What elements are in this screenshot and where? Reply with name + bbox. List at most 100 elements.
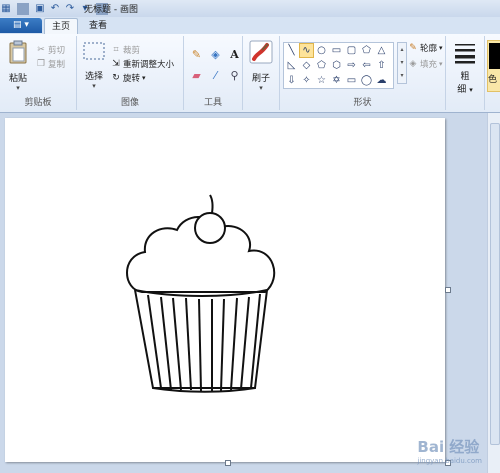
brushes-group: 刷子 ▾ — [243, 36, 280, 110]
resize-label: 重新调整大小 — [123, 60, 175, 70]
five-point-star-shape-icon[interactable]: ☆ — [315, 74, 328, 87]
qat-separator — [17, 2, 29, 15]
right-arrow-shape-icon[interactable]: ⇨ — [345, 59, 358, 72]
outline-dropdown-icon[interactable]: ▾ — [439, 44, 443, 52]
shapes-group: ╲ ∿ ○ ▭ ▢ ⬠ △ ◺ ◇ ⬠ ⬡ ⇨ ⇦ ⇧ ⇩ ✧ ☆ ✡ ▭ ◯ … — [280, 36, 446, 110]
rounded-rectangle-shape-icon[interactable]: ▢ — [345, 44, 358, 57]
color1-swatch — [489, 43, 500, 69]
resize-button[interactable]: ⇲ 重新调整大小 — [111, 58, 174, 70]
rectangle-shape-icon[interactable]: ▭ — [330, 44, 343, 57]
redo-icon[interactable]: ↷ — [64, 3, 76, 15]
image-group: 选择 ▾ ⌗ 裁剪 ⇲ 重新调整大小 ↻ 旋转 ▾ 图像 — [77, 36, 184, 110]
pencil-icon[interactable]: ✎ — [188, 46, 205, 63]
size-label-2: 细 ▾ — [457, 85, 473, 95]
size-label: 粗 — [460, 72, 470, 82]
size-button[interactable]: 粗 细 ▾ — [450, 42, 480, 95]
color1-button[interactable]: 色 — [487, 40, 500, 92]
shapes-gallery: ╲ ∿ ○ ▭ ▢ ⬠ △ ◺ ◇ ⬠ ⬡ ⇨ ⇦ ⇧ ⇩ ✧ ☆ ✡ ▭ ◯ … — [283, 42, 394, 89]
right-triangle-shape-icon[interactable]: ◺ — [285, 59, 298, 72]
shapes-gallery-scroll[interactable]: ▴ ▾ ▾ — [397, 42, 407, 84]
four-point-star-shape-icon[interactable]: ✧ — [300, 74, 313, 87]
eraser-icon[interactable]: ▰ — [188, 67, 205, 84]
left-arrow-shape-icon[interactable]: ⇦ — [360, 59, 373, 72]
curve-shape-icon[interactable]: ∿ — [299, 43, 314, 58]
save-icon[interactable]: ▣ — [34, 3, 46, 15]
hexagon-shape-icon[interactable]: ⬡ — [330, 59, 343, 72]
image-group-label: 图像 — [120, 98, 139, 108]
rotate-button[interactable]: ↻ 旋转 ▾ — [111, 72, 146, 84]
vertical-scrollbar-thumb[interactable] — [490, 123, 500, 445]
pentagon-shape-icon[interactable]: ⬠ — [315, 59, 328, 72]
tools-group-label: 工具 — [203, 98, 222, 108]
tools-group: ✎ ◈ A ▰ ⁄ ⚲ 工具 — [184, 36, 243, 110]
rect-callout-shape-icon[interactable]: ▭ — [345, 74, 358, 87]
down-arrow-shape-icon[interactable]: ⇩ — [285, 74, 298, 87]
fill-dropdown-icon[interactable]: ▾ — [439, 60, 443, 68]
diamond-shape-icon[interactable]: ◇ — [300, 59, 313, 72]
magnifier-icon[interactable]: ⚲ — [226, 67, 243, 84]
cloud-callout-shape-icon[interactable]: ☁ — [375, 74, 388, 87]
paste-dropdown-icon[interactable]: ▾ — [4, 84, 32, 92]
paste-label: 粘贴 — [8, 74, 27, 84]
cut-button[interactable]: ✂ 剪切 — [36, 44, 65, 56]
canvas-workspace: Bai 经验 jingyan.baidu.com — [0, 113, 500, 473]
shapes-group-label: 形状 — [353, 98, 372, 108]
copy-button[interactable]: ❐ 复制 — [36, 58, 65, 70]
paste-button[interactable]: 粘贴 ▾ — [4, 40, 32, 92]
watermark: Bai 经验 jingyan.baidu.com — [417, 438, 482, 465]
six-point-star-shape-icon[interactable]: ✡ — [330, 74, 343, 87]
resize-handle-right[interactable] — [445, 287, 451, 293]
size-dropdown-icon[interactable]: ▾ — [469, 86, 473, 94]
copy-label: 复制 — [48, 60, 66, 70]
fill-icon: ◈ — [409, 59, 417, 69]
text-tool-icon[interactable]: A — [226, 46, 243, 63]
ribbon: 粘贴 ▾ ✂ 剪切 ❐ 复制 剪贴板 选择 ▾ ⌗ 裁剪 ⇲ 重新调整大小 ↻ … — [0, 34, 500, 113]
tab-home[interactable]: 主页 — [44, 18, 78, 35]
undo-icon[interactable]: ↶ — [49, 3, 61, 15]
brushes-button[interactable]: 刷子 ▾ — [246, 40, 276, 92]
paint-app-icon[interactable]: ▦ — [0, 3, 12, 15]
brushes-dropdown-icon[interactable]: ▾ — [246, 84, 276, 92]
color1-label: 色 — [488, 75, 498, 85]
rotate-label: 旋转 — [123, 74, 141, 84]
copy-icon: ❐ — [36, 59, 46, 69]
cupcake-drawing — [126, 194, 276, 393]
fill-label: 填充 — [420, 60, 438, 70]
resize-icon: ⇲ — [112, 59, 120, 69]
scissors-icon: ✂ — [37, 45, 45, 55]
rotate-dropdown-icon[interactable]: ▾ — [142, 74, 146, 82]
cut-label: 剪切 — [48, 46, 66, 56]
up-arrow-shape-icon[interactable]: ⇧ — [375, 59, 388, 72]
color-picker-icon[interactable]: ⁄ — [207, 67, 224, 84]
outline-button[interactable]: ✎ 轮廓 ▾ — [408, 42, 443, 54]
paste-icon — [9, 40, 27, 64]
color1-group: 色 — [485, 36, 500, 110]
select-button[interactable]: 选择 ▾ — [81, 42, 107, 90]
tools-grid: ✎ ◈ A ▰ ⁄ ⚲ — [188, 46, 241, 84]
outline-label: 轮廓 — [420, 44, 438, 54]
oval-shape-icon[interactable]: ○ — [315, 44, 328, 57]
polygon-shape-icon[interactable]: ⬠ — [360, 44, 373, 57]
select-dropdown-icon[interactable]: ▾ — [81, 82, 107, 90]
crop-button[interactable]: ⌗ 裁剪 — [111, 44, 140, 56]
line-shape-icon[interactable]: ╲ — [285, 44, 298, 57]
resize-handle-bottom[interactable] — [225, 460, 231, 466]
fill-bucket-icon[interactable]: ◈ — [207, 46, 224, 63]
brushes-label: 刷子 — [251, 74, 270, 84]
drawing-canvas[interactable] — [5, 118, 445, 462]
clipboard-group: 粘贴 ▾ ✂ 剪切 ❐ 复制 剪贴板 — [0, 36, 77, 110]
select-rectangle-icon — [83, 42, 105, 60]
triangle-shape-icon[interactable]: △ — [375, 44, 388, 57]
window-title: 无标题 - 画图 — [84, 5, 138, 15]
vertical-scrollbar[interactable] — [487, 113, 500, 473]
crop-label: 裁剪 — [123, 46, 141, 56]
fill-button[interactable]: ◈ 填充 ▾ — [408, 58, 443, 70]
tab-view[interactable]: 查看 — [84, 18, 112, 34]
brush-icon — [249, 40, 273, 64]
select-label: 选择 — [84, 72, 103, 82]
oval-callout-shape-icon[interactable]: ◯ — [360, 74, 373, 87]
file-menu-button[interactable]: ▤ ▾ — [0, 18, 42, 33]
ribbon-tab-row: ▤ ▾ 主页 查看 — [0, 17, 500, 35]
rotate-icon: ↻ — [112, 73, 120, 83]
crop-icon: ⌗ — [113, 45, 119, 55]
